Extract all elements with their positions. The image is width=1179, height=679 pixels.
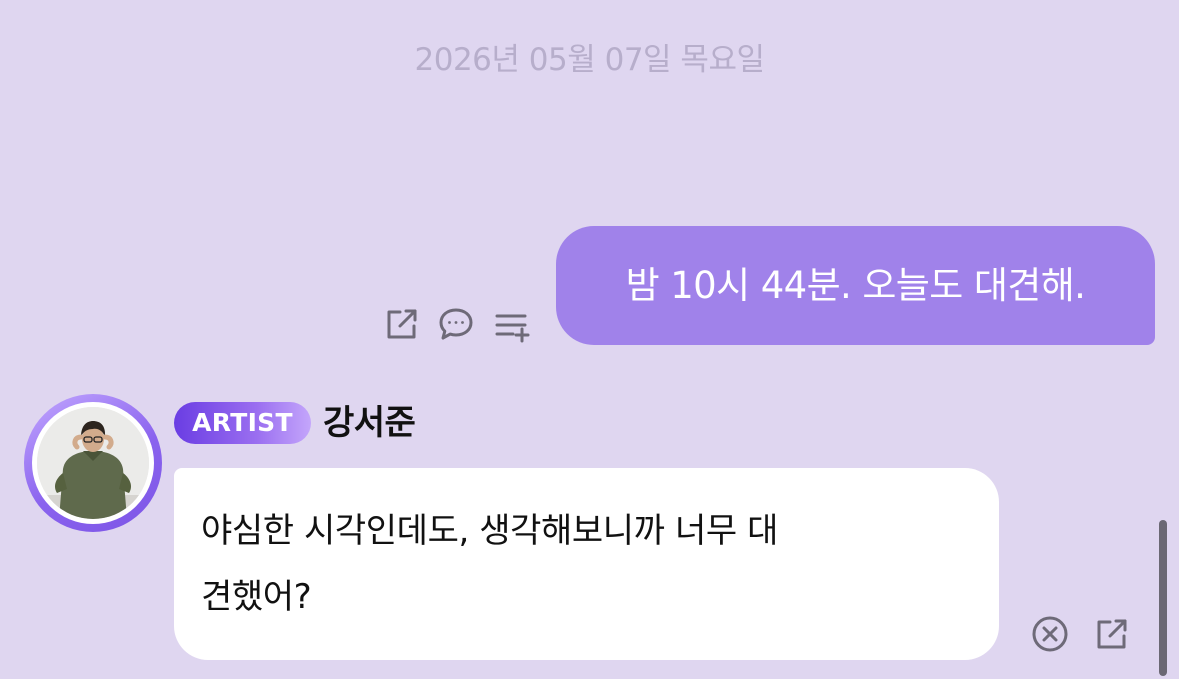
artist-badge: ARTIST (174, 402, 311, 444)
artist-avatar[interactable] (24, 394, 162, 532)
sender-name: 강서준 (323, 403, 416, 443)
add-to-list-icon[interactable] (492, 306, 532, 346)
received-message-actions (1030, 614, 1134, 656)
received-message-text: 야심한 시각인데도, 생각해보니까 너무 대 견했어? (201, 511, 778, 617)
comment-icon[interactable] (436, 304, 476, 344)
sent-message-actions (382, 304, 532, 346)
share-icon[interactable] (382, 304, 422, 344)
avatar-frame (32, 402, 154, 524)
date-separator: 2026년 05월 07일 목요일 (414, 42, 765, 78)
avatar-photo (37, 407, 149, 519)
close-circle-icon[interactable] (1030, 614, 1070, 654)
scrollbar[interactable] (1159, 520, 1167, 676)
share-icon[interactable] (1092, 614, 1132, 654)
sent-message-bubble[interactable]: 밤 10시 44분. 오늘도 대견해. (556, 226, 1155, 345)
received-message-bubble[interactable]: 야심한 시각인데도, 생각해보니까 너무 대 견했어? (174, 468, 999, 660)
